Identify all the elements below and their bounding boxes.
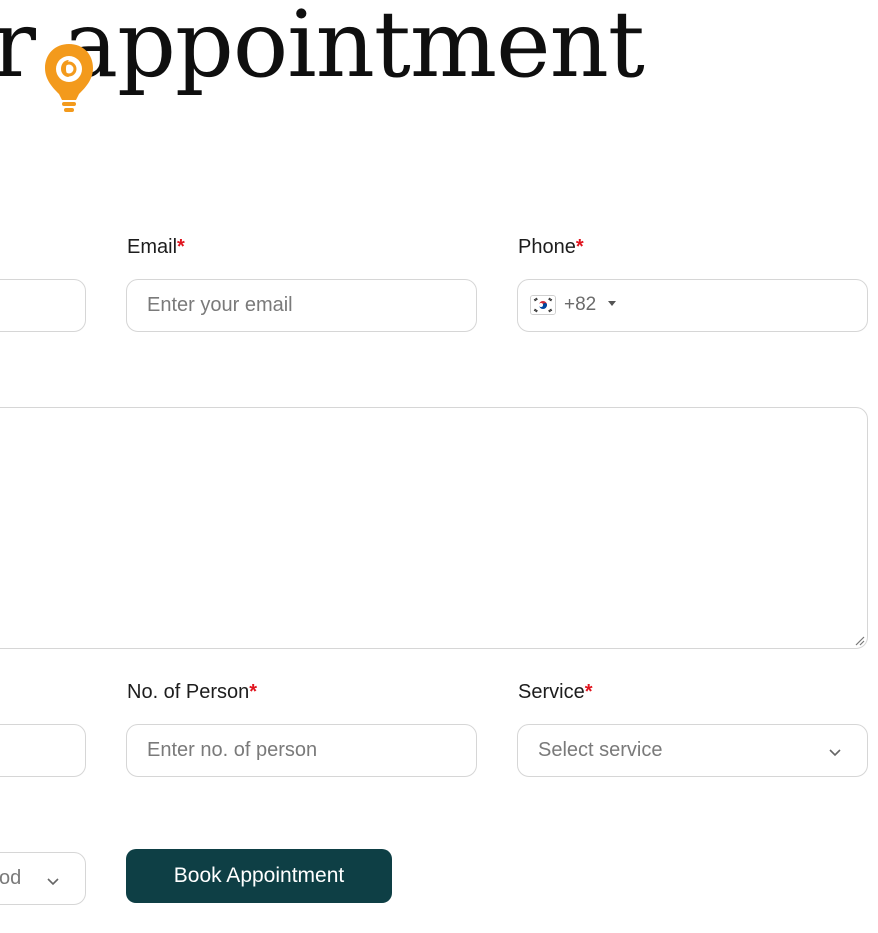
persons-placeholder: Enter no. of person xyxy=(147,739,318,761)
message-textarea[interactable] xyxy=(0,407,868,649)
email-field[interactable]: Enter your email xyxy=(126,279,477,332)
book-appointment-button[interactable]: Book Appointment xyxy=(126,849,392,903)
name-field[interactable] xyxy=(0,279,86,332)
page-title: r appointment xyxy=(0,0,645,98)
email-label: Email* xyxy=(127,236,185,258)
service-selected-value: Select service xyxy=(538,739,663,761)
phone-field[interactable]: +82 xyxy=(517,279,868,332)
resize-handle-icon[interactable] xyxy=(853,634,865,646)
dial-code: +82 xyxy=(564,294,597,315)
south-korea-flag-icon[interactable] xyxy=(530,295,556,315)
required-asterisk: * xyxy=(575,236,584,258)
required-asterisk: * xyxy=(177,236,185,258)
persons-field[interactable]: Enter no. of person xyxy=(126,724,477,777)
chevron-down-icon[interactable] xyxy=(45,877,61,887)
email-placeholder: Enter your email xyxy=(147,294,293,316)
partial-select-value: od xyxy=(0,867,22,889)
chevron-down-icon[interactable] xyxy=(827,748,843,758)
persons-label: No. of Person* xyxy=(127,681,258,703)
required-asterisk: * xyxy=(249,681,258,703)
service-select[interactable]: Select service xyxy=(517,724,868,777)
service-label: Service* xyxy=(518,681,593,703)
date-field[interactable] xyxy=(0,724,86,777)
caret-down-icon[interactable] xyxy=(608,301,616,306)
phone-label: Phone* xyxy=(518,236,584,258)
location-pin-icon xyxy=(45,44,93,112)
appointment-form-page: r appointment Email* Enter your email Ph… xyxy=(0,0,878,933)
required-asterisk: * xyxy=(584,681,593,703)
partial-select[interactable]: od xyxy=(0,852,86,905)
